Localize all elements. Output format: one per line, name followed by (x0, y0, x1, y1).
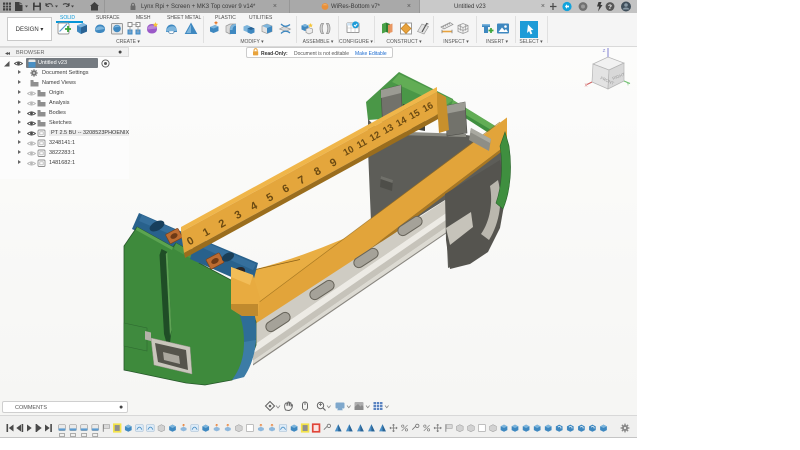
svg-text:Y: Y (626, 82, 629, 87)
svg-text:Z: Z (603, 48, 606, 53)
svg-text:?: ? (608, 4, 612, 11)
svg-text:X: X (584, 83, 587, 88)
